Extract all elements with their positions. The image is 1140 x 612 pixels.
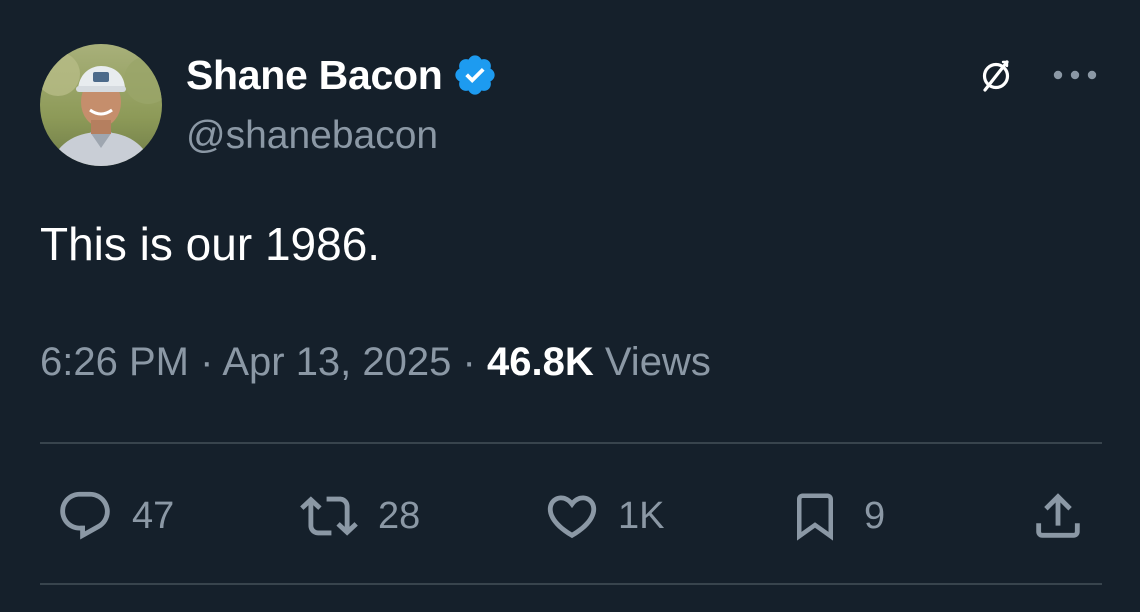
share-icon [1036,493,1080,538]
author-name[interactable]: Shane Bacon [186,50,498,100]
like-count: 1K [618,494,665,537]
bookmark-icon [797,493,833,541]
divider [40,442,1102,444]
more-icon[interactable] [1052,58,1098,92]
views-label[interactable]: Views [605,340,711,384]
bookmark-count: 9 [864,494,886,537]
divider [40,583,1102,585]
author-handle[interactable]: @shanebacon [186,112,438,160]
meta-separator: · [462,340,476,384]
reply-button[interactable]: 47 [54,486,174,546]
repost-icon [300,496,358,536]
tweet-time[interactable]: 6:26 PM [40,340,189,384]
tweet: Shane Bacon @shanebacon This is our 1986… [0,0,1140,612]
author-name-text[interactable]: Shane Bacon [186,50,443,100]
share-button[interactable] [1028,486,1088,546]
reply-count: 47 [132,494,175,537]
repost-button[interactable]: 28 [296,486,420,546]
reply-icon [60,491,110,540]
tweet-text: This is our 1986. [40,218,381,270]
verified-badge-icon[interactable] [452,52,498,98]
repost-count: 28 [378,494,421,537]
like-icon [547,495,597,539]
tweet-date[interactable]: Apr 13, 2025 [222,340,451,384]
tweet-meta: 6:26 PM · Apr 13, 2025 · 46.8K Views [40,336,711,388]
like-button[interactable]: 1K [542,486,664,546]
meta-separator: · [200,340,214,384]
bookmark-button[interactable]: 9 [788,486,885,546]
avatar[interactable] [40,44,162,166]
grok-icon[interactable] [976,56,1016,96]
views-count[interactable]: 46.8K [487,340,594,384]
